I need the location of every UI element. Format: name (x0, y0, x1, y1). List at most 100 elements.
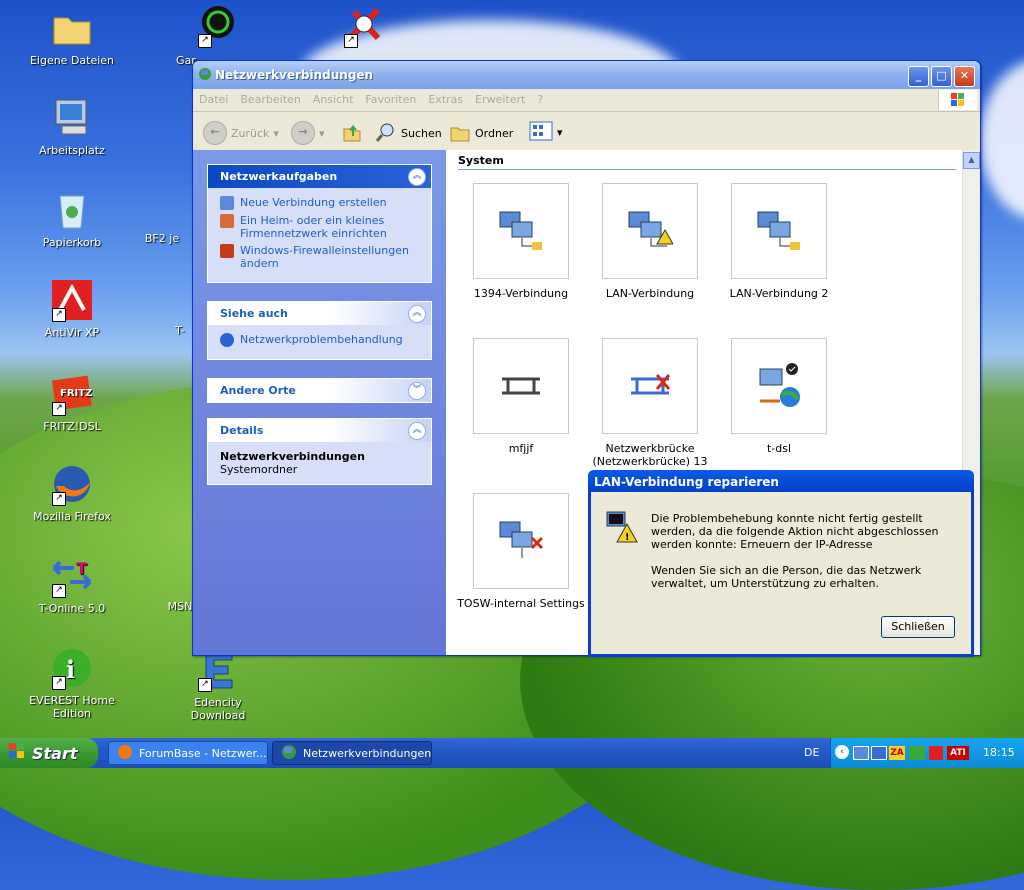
svg-text:i: i (66, 655, 75, 684)
item-label: Netzwerkbrücke (Netzwerkbrücke) 13 (592, 442, 708, 468)
desktop-icon-t-online[interactable]: T ↗ T-Online 5.0 (26, 554, 118, 615)
menu-erweitert[interactable]: Erweitert (469, 89, 531, 106)
fritz-tray-icon[interactable] (909, 746, 925, 760)
system-tray: ‹ ZA ATI 18:15 (830, 738, 1024, 768)
network-connection-icon (756, 208, 802, 257)
desktop-icon-everest[interactable]: i ↗ EVEREST Home Edition (26, 646, 118, 720)
everest-icon: i ↗ (50, 646, 94, 690)
desktop-icon-bf2[interactable]: BF2 je (132, 232, 192, 245)
window-title: Netzwerkverbindungen (215, 68, 374, 82)
desktop-icon-papierkorb[interactable]: Papierkorb (26, 188, 118, 249)
network-connections-icon (198, 67, 212, 81)
desktop-icon-label: Eigene Dateien (29, 54, 115, 67)
fritz-icon: FRITZ! ↗ (50, 372, 97, 416)
maximize-button[interactable]: □ (931, 66, 952, 87)
item-label: t-dsl (766, 442, 792, 455)
windows-flag-icon (8, 742, 26, 764)
see-also-panel: Siehe auch ︽ Netzwerkproblembehandlung (207, 301, 432, 360)
details-type: Systemordner (220, 463, 298, 476)
desktop-icon-eigene-dateien[interactable]: Eigene Dateien (26, 6, 118, 67)
menu-datei[interactable]: Datei (193, 89, 234, 106)
see-also-header[interactable]: Siehe auch ︽ (208, 302, 431, 325)
clock[interactable]: 18:15 (983, 746, 1015, 759)
windows-logo-icon (938, 90, 977, 110)
link-network-troubleshooter[interactable]: Netzwerkproblembehandlung (220, 333, 421, 347)
dsl-globe-icon (756, 361, 802, 414)
other-places-panel: Andere Orte ︾ (207, 378, 432, 403)
network-warning-icon: ! (605, 510, 639, 547)
task-home-network[interactable]: Ein Heim- oder ein kleines Firmennetzwer… (220, 214, 421, 240)
connection-item[interactable]: mfjjf (456, 338, 586, 455)
up-folder-icon (341, 121, 363, 146)
start-button[interactable]: Start (0, 738, 98, 768)
views-button[interactable]: ▾ (529, 121, 563, 144)
desktop-icon-arbeitsplatz[interactable]: Arbeitsplatz (26, 96, 118, 157)
expand-icon[interactable]: ︾ (408, 382, 426, 400)
up-folder-button[interactable] (341, 121, 363, 146)
svg-text:!: ! (625, 532, 630, 543)
dropdown-arrow-icon: ▾ (319, 126, 325, 140)
bridge-icon (498, 369, 544, 408)
desktop-icon-fritzdsl[interactable]: FRITZ! ↗ FRITZ!DSL (26, 372, 118, 433)
connection-item[interactable]: TOSW-internal Settings (456, 493, 586, 610)
scroll-up-icon[interactable]: ▲ (963, 152, 980, 169)
taskbar-item-forumbase[interactable]: ForumBase - Netzwer... (108, 741, 268, 765)
antivir-tray-icon[interactable] (929, 746, 943, 760)
item-label: LAN-Verbindung (605, 287, 695, 300)
connection-item[interactable]: t-dsl (714, 338, 844, 455)
ati-icon[interactable]: ATI (947, 746, 969, 760)
back-button[interactable]: ← Zurück ▾ (203, 121, 279, 145)
desktop-icon-label: T-Online 5.0 (38, 602, 106, 615)
item-label: mfjjf (508, 442, 534, 455)
menu-help[interactable]: ? (531, 89, 549, 106)
collapse-icon[interactable]: ︽ (408, 168, 426, 186)
desktop-icon-label: MSN (167, 600, 193, 613)
dialog-title[interactable]: LAN-Verbindung reparieren (588, 470, 974, 492)
folders-button[interactable]: Ordner (449, 121, 513, 146)
desktop-icon-tool[interactable]: ↗ (318, 4, 410, 52)
zonealarm-icon[interactable]: ZA (889, 746, 905, 760)
desktop-icon-edencity[interactable]: ↗ Edencity Download (172, 648, 264, 722)
connection-item[interactable]: LAN-Verbindung (585, 183, 715, 300)
dialog-hint: Wenden Sie sich an die Person, die das N… (651, 564, 922, 590)
close-button[interactable]: ✕ (954, 66, 975, 87)
network-warning-icon (627, 208, 674, 257)
tray-expand-icon[interactable]: ‹ (835, 745, 849, 759)
connection-item[interactable]: Netzwerkbrücke (Netzwerkbrücke) 13 (585, 338, 715, 468)
network-tasks-panel: Netzwerkaufgaben ︽ Neue Verbindung erste… (207, 164, 432, 283)
firefox-icon (117, 744, 133, 763)
task-firewall-settings[interactable]: Windows-Firewalleinstellungen ändern (220, 244, 421, 270)
menu-bearbeiten[interactable]: Bearbeiten (234, 89, 306, 106)
desktop-icon-antivir[interactable]: ↗ AntiVir XP (26, 278, 118, 339)
connection-item[interactable]: 1394-Verbindung (456, 183, 586, 300)
search-button[interactable]: Suchen (375, 121, 442, 146)
desktop-icon-label: EVEREST Home Edition (29, 694, 115, 720)
menu-extras[interactable]: Extras (422, 89, 469, 106)
connection-item[interactable]: LAN-Verbindung 2 (714, 183, 844, 300)
svg-text:FRITZ!: FRITZ! (60, 388, 94, 399)
details-header[interactable]: Details ︽ (208, 419, 431, 442)
forward-button[interactable]: → ▾ (291, 121, 325, 145)
network-tray-icon[interactable] (871, 746, 887, 760)
collapse-icon[interactable]: ︽ (408, 305, 426, 323)
desktop-icon-label: AntiVir XP (44, 326, 100, 339)
language-indicator[interactable]: DE (804, 746, 819, 759)
network-tasks-header[interactable]: Netzwerkaufgaben ︽ (208, 165, 431, 188)
minimize-button[interactable]: _ (908, 66, 929, 87)
taskbar-item-netzwerkverbindungen[interactable]: Netzwerkverbindungen (272, 741, 432, 765)
network-tray-icon[interactable] (853, 746, 869, 760)
collapse-icon[interactable]: ︽ (408, 422, 426, 440)
desktop-icon-label: Papierkorb (42, 236, 102, 249)
views-icon (529, 121, 553, 144)
desktop-icon-firefox[interactable]: ↗ Mozilla Firefox (26, 462, 118, 523)
close-dialog-button[interactable]: Schließen (881, 616, 955, 638)
task-new-connection[interactable]: Neue Verbindung erstellen (220, 196, 421, 210)
menu-favoriten[interactable]: Favoriten (359, 89, 422, 106)
menu-ansicht[interactable]: Ansicht (307, 89, 360, 106)
other-places-header[interactable]: Andere Orte ︾ (208, 379, 431, 402)
window-titlebar[interactable]: Netzwerkverbindungen _ □ ✕ (193, 61, 980, 89)
desktop-icon-label: Arbeitsplatz (39, 144, 105, 157)
desktop-icon-label: Mozilla Firefox (33, 510, 111, 523)
item-label: 1394-Verbindung (473, 287, 569, 300)
desktop-icon-gar[interactable]: ↗ Gar (172, 4, 264, 67)
